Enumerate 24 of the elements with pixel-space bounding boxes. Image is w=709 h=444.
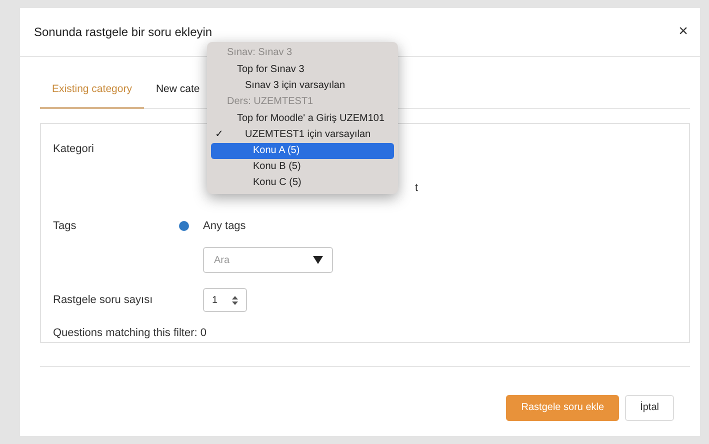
- field-label: Tags: [53, 220, 76, 232]
- matching-count: Questions matching this filter: 0: [53, 327, 206, 339]
- category-option[interactable]: Sınav 3 için varsayılan: [211, 78, 394, 94]
- category-option[interactable]: Konu C (5): [211, 175, 394, 191]
- checkmark: ✓: [215, 128, 223, 142]
- dropdown-arrow-icon: [313, 256, 323, 264]
- category-option[interactable]: Konu B (5): [211, 159, 394, 175]
- category-option[interactable]: ✓ UZEMTEST1 için varsayılan: [211, 127, 394, 143]
- tab[interactable]: New cate: [144, 71, 212, 109]
- cancel-button[interactable]: İptal: [625, 394, 674, 420]
- close-button[interactable]: ×: [678, 23, 688, 41]
- group-heading: Sınav: Sınav 3: [226, 46, 294, 60]
- field-label: Kategori: [53, 143, 95, 155]
- count-select[interactable]: 1: [203, 288, 247, 312]
- tags-search-field[interactable]: Ara: [203, 247, 333, 273]
- tags-value: Any tags: [203, 220, 247, 232]
- spinner-arrows-icon: [232, 296, 238, 304]
- dialog-title: Sonunda rastgele bir soru ekleyin: [34, 25, 212, 39]
- group-heading: Ders: UZEMTEST1: [226, 95, 314, 109]
- category-option[interactable]: Top for Sınav 3: [211, 62, 394, 78]
- category-option[interactable]: Top for Moodle' a Giriş UZEM101: [211, 111, 394, 127]
- category-option[interactable]: Konu A (5): [211, 143, 394, 159]
- option-text: t: [415, 182, 418, 194]
- field-label: Rastgele soru sayısı: [53, 294, 154, 306]
